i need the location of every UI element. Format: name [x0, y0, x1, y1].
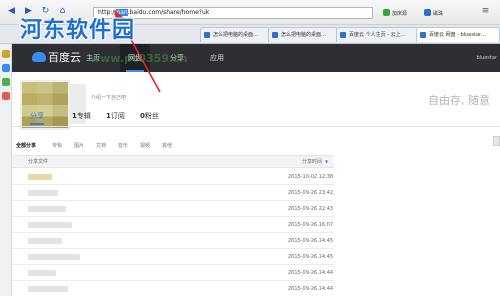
table-row[interactable]: 2015-09-26 14:44 [12, 265, 334, 281]
filter-all[interactable]: 全部分享 [16, 142, 36, 149]
row-time: 2015-09-26 14:44 [288, 286, 334, 292]
table-header: 分享文件 分享时间 ▼ [12, 155, 334, 168]
profile-divider [12, 126, 500, 127]
watermark-title: 河东软件园 [20, 18, 136, 43]
file-name-blur [28, 270, 56, 276]
stat-album[interactable]: 1专辑 [72, 110, 91, 122]
stat-fans-label: 粉丝 [144, 112, 159, 120]
file-name-blur [28, 222, 72, 228]
filter-video[interactable]: 视频 [140, 142, 150, 149]
stat-fans[interactable]: 0粉丝 [140, 110, 159, 122]
site-logo[interactable]: 百度云 [32, 50, 81, 66]
col-time-header[interactable]: 分享时间 ▼ [302, 156, 328, 168]
tab-2-label: 百度云 个人主页 - 云上… [349, 32, 406, 38]
extension-source[interactable]: 加床源 [383, 9, 407, 18]
row-time: 2015-09-26 14:45 [288, 254, 334, 260]
logo-text: 百度云 [48, 51, 81, 64]
extension-magnet[interactable]: 磁珠 [424, 9, 443, 18]
cloud-logo-icon [32, 52, 46, 62]
avatar[interactable] [20, 80, 70, 130]
row-time: 2015-09-26 22:43 [288, 206, 334, 212]
extension-source-label: 加床源 [392, 11, 408, 17]
extension-magnet-label: 磁珠 [433, 11, 444, 17]
table-row[interactable]: 2015-10-02 12:38 [12, 169, 334, 185]
row-time: 2015-10-02 12:38 [288, 174, 334, 180]
filter-other[interactable]: 其他 [162, 142, 172, 149]
file-name-blur [28, 190, 58, 196]
row-time: 2015-09-26 14:44 [288, 270, 334, 276]
stat-album-label: 专辑 [76, 112, 91, 120]
watermark-url: www.pc0359.cn [90, 52, 188, 65]
back-icon[interactable]: ◀ [4, 4, 19, 19]
tab-2[interactable]: 百度云 个人主页 - 云上… [336, 27, 418, 42]
stat-share-label: 分享 [30, 112, 44, 120]
table-row[interactable]: 2015-09-26 14:45 [12, 249, 334, 265]
filter-doc[interactable]: 文档 [96, 142, 106, 149]
address-rest: .baidu.com/share/home?uk [127, 9, 210, 16]
row-time: 2015-09-26 23:42 [288, 190, 334, 196]
favorites-icon[interactable] [2, 50, 10, 58]
filter-album[interactable]: 专辑 [52, 142, 62, 149]
download-icon[interactable] [2, 78, 10, 86]
tab-0[interactable]: 怎么把电脑的桌面… [200, 27, 270, 42]
nav-apps[interactable]: 应用 [202, 44, 232, 72]
table-row[interactable]: 2015-09-26 22:43 [12, 201, 334, 217]
table-row[interactable]: 2015-09-26 14:45 [12, 233, 334, 249]
extension-magnet-icon [424, 9, 431, 16]
history-icon[interactable] [2, 64, 10, 72]
table-row[interactable]: 2015-09-26 14:44 [12, 281, 334, 296]
row-time: 2015-09-26 14:45 [288, 238, 334, 244]
tab-3-label: 百度云 网盘 - bluestar… [429, 32, 487, 38]
tab-3[interactable]: 百度云 网盘 - bluestar… [416, 27, 500, 42]
filter-music[interactable]: 音乐 [118, 142, 128, 149]
file-name-blur [28, 238, 62, 244]
file-name-blur [28, 174, 52, 180]
filter-image[interactable]: 图片 [74, 142, 84, 149]
tab-1-label: 怎么把电脑的桌面… [281, 32, 327, 38]
view-toggle-button[interactable] [493, 136, 500, 146]
file-name-blur [28, 206, 66, 212]
profile-bio: 介绍一下自己吧 [91, 95, 127, 101]
stat-subscribe[interactable]: 1订阅 [106, 110, 125, 122]
nav-apps-label: 应用 [210, 54, 224, 62]
notes-icon[interactable] [2, 92, 10, 100]
stat-subscribe-label: 订阅 [110, 112, 125, 120]
table-row[interactable]: 2015-09-26 16:07 [12, 217, 334, 233]
extension-source-icon [383, 9, 390, 16]
left-quick-bar [0, 44, 12, 296]
file-name-blur [28, 286, 68, 292]
tab-0-label: 怎么把电脑的桌面… [213, 32, 259, 38]
sort-down-icon[interactable]: ▼ [325, 159, 328, 164]
col-file-header: 分享文件 [28, 159, 49, 165]
slogan: 自由存, 随意 [428, 94, 490, 107]
row-time: 2015-09-26 16:07 [288, 222, 334, 228]
site-header: 百度云 主页 网盘 分享 应用 bluestar [12, 44, 500, 72]
user-name[interactable]: bluestar [477, 44, 498, 72]
stat-share[interactable]: 分享 [30, 110, 44, 125]
col-time-label: 分享时间 [302, 159, 323, 165]
table-row[interactable]: 2015-09-26 23:42 [12, 185, 334, 201]
menu-icon[interactable]: ≡ [478, 4, 493, 19]
tab-1[interactable]: 怎么把电脑的桌面… [268, 27, 338, 42]
file-name-blur [28, 254, 80, 260]
